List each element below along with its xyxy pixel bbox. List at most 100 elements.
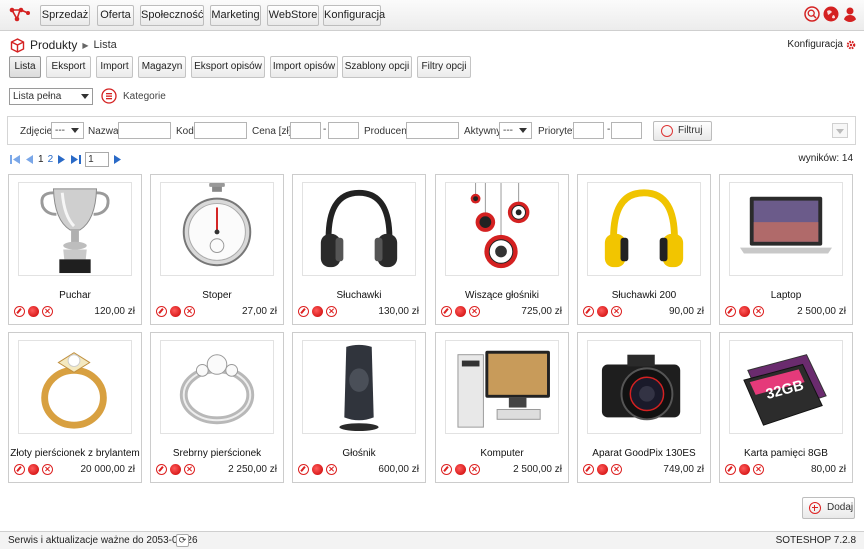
product-name[interactable]: Srebrny pierścionek: [151, 448, 283, 459]
edit-icon[interactable]: [14, 306, 25, 317]
product-image[interactable]: [445, 182, 559, 276]
product-name[interactable]: Słuchawki 200: [578, 290, 710, 301]
product-card[interactable]: Puchar 120,00 zł: [8, 174, 142, 325]
globe-icon[interactable]: [28, 464, 39, 475]
product-card[interactable]: Złoty pierścionek z brylantem 20 000,00 …: [8, 332, 142, 483]
tab-eksport[interactable]: Eksport: [46, 56, 91, 78]
product-image[interactable]: [587, 340, 701, 434]
edit-icon[interactable]: [441, 306, 452, 317]
product-image[interactable]: [302, 182, 416, 276]
globe-icon[interactable]: [455, 306, 466, 317]
delete-icon[interactable]: [326, 306, 337, 317]
product-card[interactable]: Słuchawki 200 90,00 zł: [577, 174, 711, 325]
soteshop-logo-icon[interactable]: [9, 6, 31, 24]
edit-icon[interactable]: [14, 464, 25, 475]
edit-icon[interactable]: [441, 464, 452, 475]
product-card[interactable]: Stoper 27,00 zł: [150, 174, 284, 325]
last-page-icon[interactable]: [70, 154, 82, 164]
product-card[interactable]: Aparat GoodPix 130ES 749,00 zł: [577, 332, 711, 483]
tab-szablony-opcji[interactable]: Szablony opcji: [342, 56, 412, 78]
product-name[interactable]: Słuchawki: [293, 290, 425, 301]
product-image[interactable]: [18, 340, 132, 434]
globe-icon[interactable]: [739, 464, 750, 475]
product-image[interactable]: [587, 182, 701, 276]
next-page-icon[interactable]: [57, 154, 66, 164]
filter-cena-to-input[interactable]: [328, 122, 359, 139]
product-name[interactable]: Głośnik: [293, 448, 425, 459]
globe-icon[interactable]: [455, 464, 466, 475]
add-product-button[interactable]: Dodaj: [802, 497, 855, 519]
nav-spolecznosc[interactable]: Społeczność: [140, 5, 204, 26]
globe-icon[interactable]: [597, 464, 608, 475]
product-image[interactable]: [18, 182, 132, 276]
nav-marketing[interactable]: Marketing: [210, 5, 261, 26]
globe-icon[interactable]: [312, 306, 323, 317]
product-card[interactable]: Srebrny pierścionek 2 250,00 zł: [150, 332, 284, 483]
product-name[interactable]: Puchar: [9, 290, 141, 301]
edit-icon[interactable]: [725, 464, 736, 475]
globe-icon[interactable]: [739, 306, 750, 317]
nav-sprzedaz[interactable]: Sprzedaż: [40, 5, 90, 26]
product-image[interactable]: [302, 340, 416, 434]
product-name[interactable]: Komputer: [436, 448, 568, 459]
globe-icon[interactable]: [597, 306, 608, 317]
tab-eksport-opisow[interactable]: Eksport opisów: [191, 56, 265, 78]
product-image[interactable]: [160, 182, 274, 276]
page-number-input[interactable]: 1: [85, 151, 110, 167]
delete-icon[interactable]: [184, 306, 195, 317]
tab-magazyn[interactable]: Magazyn: [138, 56, 186, 78]
breadcrumb-section[interactable]: Produkty: [30, 38, 77, 52]
edit-icon[interactable]: [156, 464, 167, 475]
product-image[interactable]: [445, 340, 559, 434]
go-page-icon[interactable]: [113, 154, 122, 164]
edit-icon[interactable]: [156, 306, 167, 317]
product-name[interactable]: Stoper: [151, 290, 283, 301]
filter-priorytet-from-input[interactable]: [573, 122, 604, 139]
tab-filtry-opcji[interactable]: Filtry opcji: [417, 56, 471, 78]
delete-icon[interactable]: [753, 306, 764, 317]
filter-producent-input[interactable]: [406, 122, 459, 139]
nav-konfiguracja[interactable]: Konfiguracja: [323, 5, 385, 26]
globe-icon[interactable]: [823, 6, 839, 22]
delete-icon[interactable]: [611, 464, 622, 475]
refresh-icon[interactable]: ⟳: [176, 534, 189, 547]
edit-icon[interactable]: [298, 306, 309, 317]
product-name[interactable]: Wiszące głośniki: [436, 290, 568, 301]
edit-icon[interactable]: [583, 306, 594, 317]
product-name[interactable]: Aparat GoodPix 130ES: [578, 448, 710, 459]
delete-icon[interactable]: [611, 306, 622, 317]
filter-zdjecie-select[interactable]: ---: [51, 122, 84, 139]
product-name[interactable]: Laptop: [720, 290, 852, 301]
delete-icon[interactable]: [326, 464, 337, 475]
nav-webstore[interactable]: WebStore: [267, 5, 319, 26]
user-icon[interactable]: [842, 6, 858, 22]
product-image[interactable]: [729, 182, 843, 276]
tab-lista[interactable]: Lista: [9, 56, 41, 78]
nav-oferta[interactable]: Oferta: [97, 5, 134, 26]
product-card[interactable]: Komputer 2 500,00 zł: [435, 332, 569, 483]
product-card[interactable]: Wiszące głośniki 725,00 zł: [435, 174, 569, 325]
product-name[interactable]: Złoty pierścionek z brylantem: [9, 448, 141, 459]
product-image[interactable]: [160, 340, 274, 434]
product-name[interactable]: Karta pamięci 8GB: [720, 448, 852, 459]
globe-icon[interactable]: [170, 306, 181, 317]
filter-aktywny-select[interactable]: ---: [499, 122, 532, 139]
filter-kod-input[interactable]: [194, 122, 247, 139]
delete-icon[interactable]: [42, 464, 53, 475]
edit-icon[interactable]: [725, 306, 736, 317]
filter-priorytet-to-input[interactable]: [611, 122, 642, 139]
product-card[interactable]: Głośnik 600,00 zł: [292, 332, 426, 483]
page-2[interactable]: 2: [48, 154, 54, 165]
globe-icon[interactable]: [312, 464, 323, 475]
delete-icon[interactable]: [42, 306, 53, 317]
filter-submit-button[interactable]: Filtruj: [653, 121, 712, 141]
product-image[interactable]: 32GB: [729, 340, 843, 434]
product-card[interactable]: Słuchawki 130,00 zł: [292, 174, 426, 325]
tab-import[interactable]: Import: [96, 56, 133, 78]
filter-collapse-button[interactable]: [832, 123, 848, 138]
delete-icon[interactable]: [469, 306, 480, 317]
previous-page-icon[interactable]: [25, 154, 34, 164]
list-type-select[interactable]: Lista pełna: [9, 88, 93, 105]
delete-icon[interactable]: [753, 464, 764, 475]
search-icon[interactable]: [804, 6, 820, 22]
